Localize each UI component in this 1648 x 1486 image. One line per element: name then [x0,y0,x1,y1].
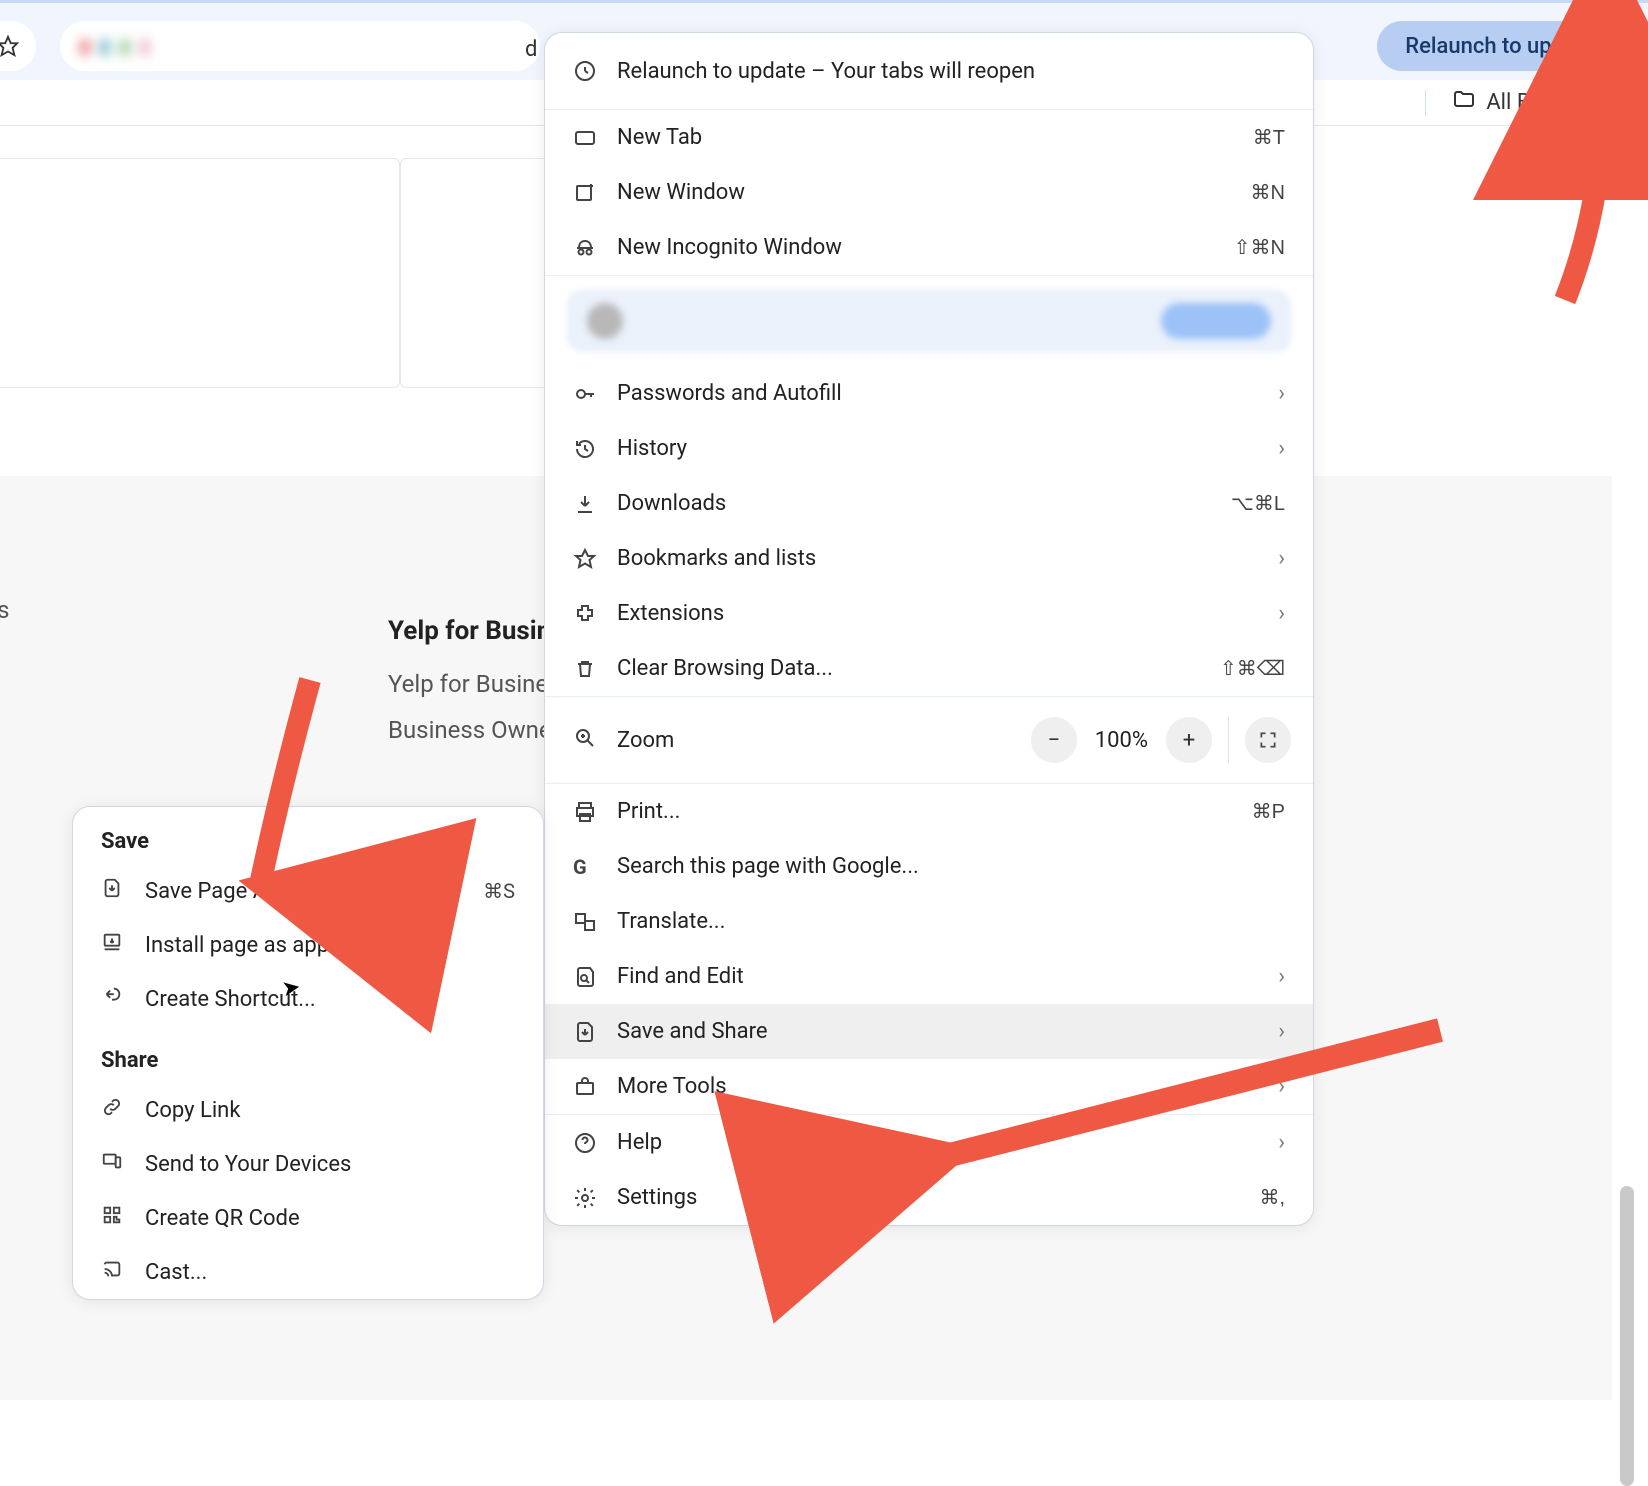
submenu-item-install-app[interactable]: Install page as app... [73,918,543,972]
chevron-right-icon: › [1278,964,1285,989]
zoom-level: 100% [1095,728,1148,753]
chevron-right-icon: › [1278,546,1285,571]
tab-icon [573,126,617,150]
chevron-right-icon: › [1278,1074,1285,1099]
profile-row-blurred[interactable] [567,290,1291,352]
star-icon [573,547,617,571]
google-icon: G [573,855,617,879]
menu-item-downloads[interactable]: Downloads ⌥⌘L [545,476,1313,531]
submenu-heading-save: Save [73,807,543,864]
menu-item-settings[interactable]: Settings ⌘, [545,1170,1313,1225]
kebab-menu-icon[interactable] [1611,35,1616,58]
save-page-icon [101,877,145,905]
translate-icon [573,910,617,934]
menu-item-new-tab[interactable]: New Tab ⌘T [545,110,1313,165]
chevron-right-icon: › [1278,601,1285,626]
bookmark-star-button[interactable] [0,21,36,71]
category-card-automotive[interactable]: 🚗 Automotive [0,158,400,388]
install-app-icon [101,931,145,959]
zoom-in-button[interactable]: + [1166,717,1212,763]
submenu-item-create-shortcut[interactable]: Create Shortcut... [73,972,543,1026]
menu-item-more-tools[interactable]: More Tools › [545,1059,1313,1114]
save-share-icon [573,1020,617,1044]
chevron-right-icon: › [1278,436,1285,461]
menu-item-zoom: Zoom − 100% + [545,697,1313,783]
new-window-icon [573,181,617,205]
all-bookmarks-button[interactable]: All Bookmarks [1452,88,1628,118]
menu-item-new-window[interactable]: New Window ⌘N [545,165,1313,220]
menu-item-clear-data[interactable]: Clear Browsing Data... ⇧⌘⌫ [545,641,1313,696]
shortcut-icon [101,985,145,1013]
menu-item-help[interactable]: Help › [545,1115,1313,1170]
menu-item-find[interactable]: Find and Edit › [545,949,1313,1004]
menu-item-print[interactable]: Print... ⌘P [545,784,1313,839]
submenu-item-send-devices[interactable]: Send to Your Devices [73,1137,543,1191]
key-icon [573,382,617,406]
find-icon [573,965,617,989]
chrome-main-menu: Relaunch to update – Your tabs will reop… [544,32,1314,1226]
history-icon [573,437,617,461]
devices-icon [101,1150,145,1178]
submenu-item-qr-code[interactable]: Create QR Code [73,1191,543,1245]
chevron-right-icon: › [1278,1130,1285,1155]
cast-icon [101,1258,145,1286]
qr-icon [101,1204,145,1232]
divider [1425,90,1426,116]
menu-item-bookmarks[interactable]: Bookmarks and lists › [545,531,1313,586]
address-text-fragment: d [525,37,537,62]
print-icon [573,800,617,824]
category-label: Automotive [0,327,369,357]
toolbox-icon [573,1075,617,1099]
submenu-item-save-page-as[interactable]: Save Page As... ⌘S [73,864,543,918]
zoom-out-button[interactable]: − [1031,717,1077,763]
menu-item-history[interactable]: History › [545,421,1313,476]
submenu-heading-share: Share [73,1026,543,1083]
submenu-item-cast[interactable]: Cast... [73,1245,543,1299]
menu-item-save-share[interactable]: Save and Share › [545,1004,1313,1059]
submenu-item-copy-link[interactable]: Copy Link [73,1083,543,1137]
menu-item-relaunch[interactable]: Relaunch to update – Your tabs will reop… [545,33,1313,109]
menu-item-passwords[interactable]: Passwords and Autofill › [545,366,1313,421]
gear-icon [573,1186,617,1210]
link-icon [101,1096,145,1124]
zoom-icon [573,726,617,754]
incognito-icon [573,236,617,260]
fullscreen-button[interactable] [1245,717,1291,763]
car-icon: 🚗 [0,277,369,319]
relaunch-label: Relaunch to update [1405,34,1595,59]
menu-item-incognito[interactable]: New Incognito Window ⇧⌘N [545,220,1313,275]
menu-item-extensions[interactable]: Extensions › [545,586,1313,641]
download-icon [573,492,617,516]
menu-item-search-google[interactable]: G Search this page with Google... [545,839,1313,894]
help-icon [573,1131,617,1155]
address-blurred-content: ▮▮▮▮ [80,29,480,63]
footer-link[interactable]: Cost Guides [0,596,10,624]
menu-item-translate[interactable]: Translate... [545,894,1313,949]
trash-icon [573,657,617,681]
chevron-right-icon: › [1278,381,1285,406]
menu-label: Relaunch to update – Your tabs will reop… [617,59,1285,84]
all-bookmarks-label: All Bookmarks [1486,90,1628,115]
relaunch-to-update-button[interactable]: Relaunch to update [1377,21,1638,71]
save-share-submenu: Save Save Page As... ⌘S Install page as … [72,806,544,1300]
folder-icon [1452,88,1476,118]
chevron-right-icon: › [1278,1019,1285,1044]
puzzle-icon [573,602,617,626]
update-icon [573,59,617,83]
page-scrollbar[interactable] [1620,1186,1634,1486]
